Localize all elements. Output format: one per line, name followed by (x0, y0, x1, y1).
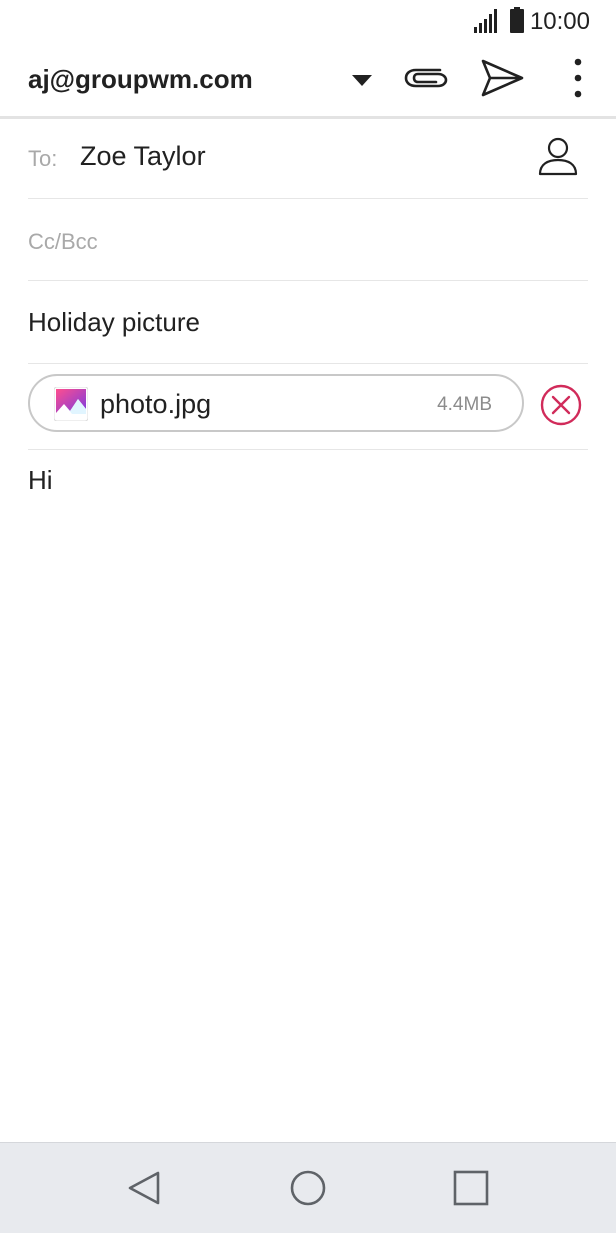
battery-icon (509, 7, 525, 33)
dropdown-arrow-icon[interactable] (348, 70, 376, 92)
subject-text: Holiday picture (28, 307, 200, 337)
signal-icon (474, 9, 500, 33)
send-button[interactable] (478, 56, 526, 100)
cc-bcc-field[interactable]: Cc/Bcc (28, 199, 588, 281)
navigation-bar (0, 1142, 616, 1233)
cc-bcc-placeholder: Cc/Bcc (28, 229, 98, 254)
to-field[interactable]: To: Zoe Taylor (28, 118, 588, 199)
subject-field[interactable]: Holiday picture (28, 281, 588, 364)
send-icon (481, 59, 524, 97)
paperclip-icon (404, 68, 448, 88)
attachment-chip[interactable]: photo.jpg 4.4MB (28, 374, 524, 432)
back-button[interactable] (125, 1167, 165, 1209)
email-body[interactable]: Hi (28, 465, 53, 496)
status-bar: 10:00 (0, 0, 616, 44)
more-vert-icon (574, 58, 582, 98)
to-recipient[interactable]: Zoe Taylor (80, 141, 206, 172)
app-bar: aj@groupwm.com (0, 44, 616, 119)
person-icon (538, 137, 578, 176)
attach-button[interactable] (400, 58, 452, 98)
home-button[interactable] (288, 1167, 328, 1209)
attachment-row: photo.jpg 4.4MB (28, 364, 588, 450)
recents-icon (453, 1170, 489, 1206)
home-icon (290, 1170, 326, 1206)
attachment-size: 4.4MB (437, 394, 492, 415)
close-circle-icon (540, 384, 582, 426)
recents-button[interactable] (451, 1167, 491, 1209)
remove-attachment-button[interactable] (540, 384, 582, 426)
image-file-icon (54, 387, 88, 421)
add-contact-button[interactable] (536, 134, 580, 178)
status-time: 10:00 (529, 8, 590, 35)
back-icon (128, 1171, 160, 1205)
account-email[interactable]: aj@groupwm.com (28, 64, 253, 95)
to-label: To: (28, 146, 58, 171)
more-options-button[interactable] (560, 56, 596, 100)
attachment-filename: photo.jpg (100, 389, 212, 419)
